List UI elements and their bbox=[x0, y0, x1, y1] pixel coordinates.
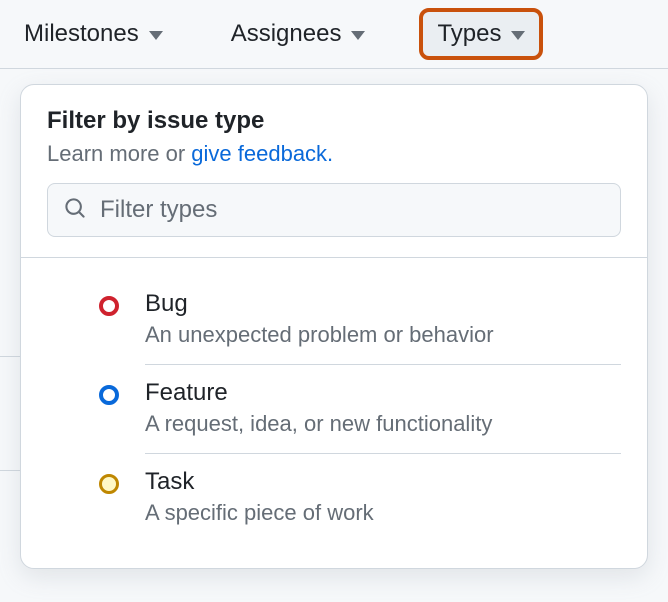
background-divider bbox=[0, 356, 20, 357]
panel-header: Filter by issue type Learn more or give … bbox=[21, 85, 647, 183]
caret-down-icon bbox=[511, 31, 525, 40]
search-icon bbox=[64, 197, 86, 224]
panel-subtitle-text: Learn more or bbox=[47, 141, 191, 166]
type-name: Bug bbox=[145, 290, 621, 318]
filter-types[interactable]: Types bbox=[419, 8, 543, 60]
caret-down-icon bbox=[351, 31, 365, 40]
filter-milestones[interactable]: Milestones bbox=[10, 12, 177, 56]
circle-icon bbox=[99, 385, 119, 405]
filter-assignees-label: Assignees bbox=[231, 20, 342, 48]
circle-icon bbox=[99, 296, 119, 316]
type-desc: A request, idea, or new functionality bbox=[145, 411, 621, 437]
type-option-task[interactable]: Task A specific piece of work bbox=[21, 454, 647, 542]
caret-down-icon bbox=[149, 31, 163, 40]
type-name: Task bbox=[145, 468, 621, 496]
filter-types-input[interactable] bbox=[100, 196, 604, 224]
give-feedback-link[interactable]: give feedback. bbox=[191, 141, 333, 166]
type-name: Feature bbox=[145, 379, 621, 407]
background-divider bbox=[0, 470, 20, 471]
type-content: Feature A request, idea, or new function… bbox=[145, 379, 621, 454]
type-desc: An unexpected problem or behavior bbox=[145, 322, 621, 348]
filter-bar: Milestones Assignees Types bbox=[0, 0, 668, 69]
filter-milestones-label: Milestones bbox=[24, 20, 139, 48]
panel-subtitle: Learn more or give feedback. bbox=[47, 141, 621, 167]
type-content: Task A specific piece of work bbox=[145, 468, 621, 542]
panel-title: Filter by issue type bbox=[47, 107, 621, 135]
circle-icon bbox=[99, 474, 119, 494]
type-list: Bug An unexpected problem or behavior Fe… bbox=[21, 258, 647, 568]
search-box[interactable] bbox=[47, 183, 621, 237]
type-option-feature[interactable]: Feature A request, idea, or new function… bbox=[21, 365, 647, 454]
type-content: Bug An unexpected problem or behavior bbox=[145, 290, 621, 365]
type-desc: A specific piece of work bbox=[145, 500, 621, 526]
type-option-bug[interactable]: Bug An unexpected problem or behavior bbox=[21, 276, 647, 365]
search-wrapper bbox=[21, 183, 647, 257]
types-dropdown-panel: Filter by issue type Learn more or give … bbox=[20, 84, 648, 569]
filter-assignees[interactable]: Assignees bbox=[217, 12, 380, 56]
filter-types-label: Types bbox=[437, 20, 501, 48]
